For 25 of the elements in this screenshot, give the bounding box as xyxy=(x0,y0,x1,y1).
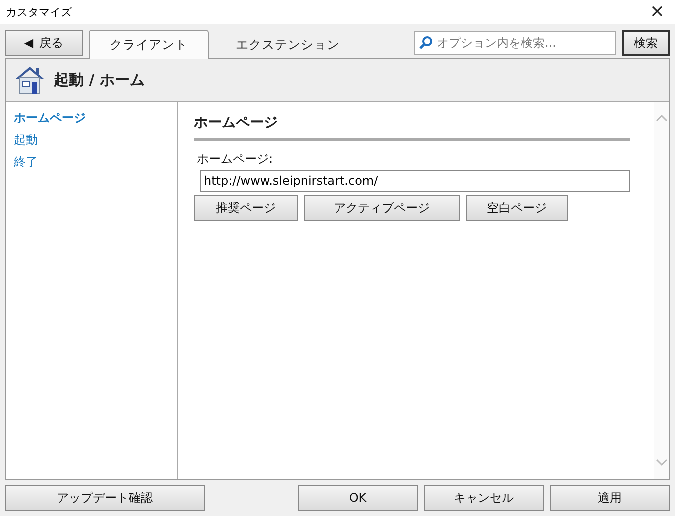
sidebar-link[interactable]: ホームページ xyxy=(14,110,86,127)
tab[interactable]: エクステンション xyxy=(215,32,361,58)
dialog-button[interactable]: 適用 xyxy=(550,485,670,511)
sidebar-link[interactable]: 終了 xyxy=(14,154,38,171)
house-icon xyxy=(14,64,46,96)
sidebar-link[interactable]: 起動 xyxy=(14,132,38,149)
homepage-url-field[interactable]: http://www.sleipnirstart.com/ xyxy=(200,170,630,192)
page-heading: 起動 / ホーム xyxy=(54,70,145,90)
page-button[interactable]: アクティブページ xyxy=(304,195,460,221)
page-button[interactable]: 推奨ページ xyxy=(194,195,298,221)
search-button[interactable]: 検索 xyxy=(622,30,670,56)
section-heading: ホームページ xyxy=(194,114,630,141)
scroll-up-icon[interactable] xyxy=(656,114,668,122)
back-button[interactable]: ◀ 戻る xyxy=(5,30,83,56)
field-label: ホームページ: xyxy=(196,151,274,168)
search-icon xyxy=(419,36,433,50)
dialog-button[interactable]: キャンセル xyxy=(424,485,544,511)
dialog-button[interactable]: OK xyxy=(298,485,418,511)
update-check-button[interactable]: アップデート確認 xyxy=(5,485,205,511)
page-button[interactable]: 空白ページ xyxy=(466,195,568,221)
scroll-down-icon[interactable] xyxy=(656,459,668,467)
window-title: カスタマイズ xyxy=(6,4,72,20)
search-field[interactable]: オプション内を検索... xyxy=(414,31,616,55)
close-icon[interactable]: × xyxy=(650,3,665,21)
tab[interactable]: クライアント xyxy=(89,30,209,59)
